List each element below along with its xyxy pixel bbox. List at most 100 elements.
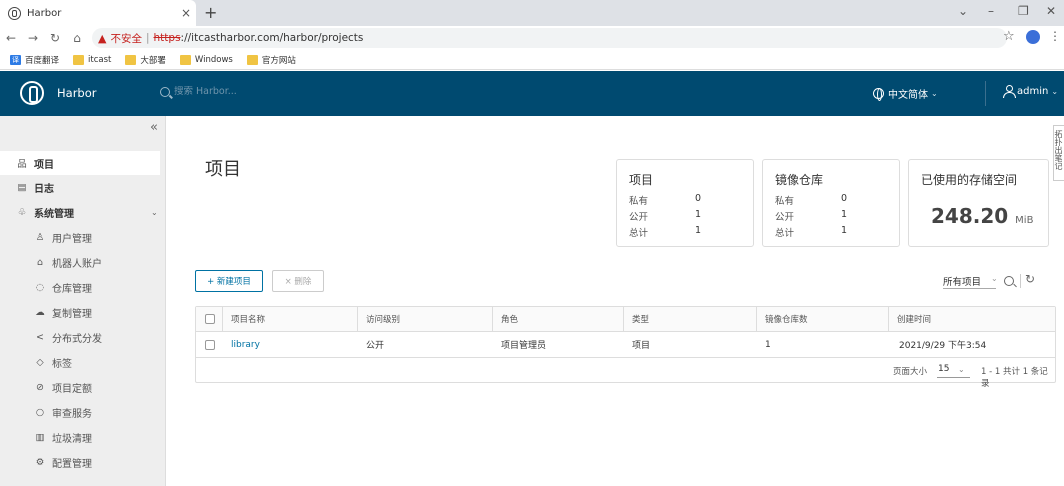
side-floating-tab[interactable]: 拓扑出笔记 (1053, 125, 1064, 181)
storage-summary-card: 已使用的存储空间 248.20 MiB (908, 159, 1049, 247)
column-header-role[interactable]: 角色 (492, 307, 623, 331)
sidebar-item-labels[interactable]: ◇ 标签 (0, 350, 166, 374)
bookmark-official-site[interactable]: 官方网站 (246, 54, 296, 66)
page-title: 项目 (205, 159, 241, 180)
column-header-type[interactable]: 类型 (623, 307, 756, 331)
sidebar-item-configuration[interactable]: ⚙ 配置管理 (0, 450, 166, 474)
sidebar-item-interrogation-services[interactable]: ○ 审查服务 (0, 400, 166, 424)
card-row-public: 公开 1 (629, 209, 702, 223)
back-icon[interactable]: ← (0, 31, 22, 45)
language-switcher[interactable]: 中文简体 ⌄ (873, 86, 938, 101)
home-icon[interactable]: ⌂ (66, 31, 88, 45)
tab-close-icon[interactable]: × (176, 6, 196, 20)
storage-used-value: 248.20 MiB (931, 204, 1034, 228)
address-bar-row: ← → ↻ ⌂ ▲ 不安全 | https ://itcastharbor.co… (0, 26, 1064, 50)
table-header: 项目名称 访问级别 角色 类型 镜像仓库数 创建时间 (196, 307, 1055, 332)
harbor-favicon-icon (8, 6, 21, 20)
folder-icon (125, 54, 137, 65)
reload-icon[interactable]: ↻ (44, 31, 66, 45)
card-row-private: 私有 0 (629, 193, 702, 207)
sidebar-item-project-quotas[interactable]: ⊘ 项目定额 (0, 375, 166, 399)
maximize-icon[interactable]: ❐ (1018, 4, 1029, 18)
bookmark-itcast[interactable]: itcast (73, 54, 111, 65)
chevron-down-icon: ⌄ (991, 274, 998, 283)
column-header-creation-time[interactable]: 创建时间 (888, 307, 1055, 331)
logs-icon: ▤ (17, 181, 27, 193)
sidebar-item-projects[interactable]: 品 项目 (0, 151, 160, 175)
profile-avatar[interactable] (1026, 30, 1040, 44)
column-header-name[interactable]: 项目名称 (222, 307, 357, 331)
search-input[interactable] (174, 86, 294, 97)
brand-name[interactable]: Harbor (57, 86, 97, 100)
sidebar-item-garbage-collection[interactable]: ▥ 垃圾清理 (0, 425, 166, 449)
forward-icon[interactable]: → (22, 31, 44, 45)
header-divider (985, 81, 986, 106)
sidebar-item-administration[interactable]: ♧ 系统管理 ⌄ (0, 200, 166, 224)
bookmark-baidu-translate[interactable]: 译 百度翻译 (10, 54, 59, 66)
card-title: 项目 (629, 173, 654, 187)
new-tab-button[interactable]: + (204, 3, 217, 22)
sidebar-item-robot-accounts[interactable]: ⌂ 机器人账户 (0, 250, 166, 274)
cell-repo-count: 1 (765, 339, 771, 350)
tab-search-chevron-icon[interactable]: ⌄ (958, 4, 968, 18)
cell-access-level: 公开 (366, 341, 385, 351)
chevron-down-icon: ⌄ (1051, 86, 1059, 96)
cell-creation-time: 2021/9/29 下午3:54 (899, 341, 987, 351)
row-checkbox[interactable] (205, 339, 215, 350)
robot-icon: ⌂ (36, 256, 44, 268)
cell-role: 项目管理员 (501, 341, 547, 351)
trash-icon: ▥ (35, 431, 45, 443)
folder-icon (246, 54, 258, 65)
bookmark-star-icon[interactable]: ☆ (1003, 29, 1015, 44)
window-close-icon[interactable]: ✕ (1046, 4, 1056, 18)
shield-icon: ○ (35, 406, 45, 418)
table-footer: 页面大小 15 ⌄ 1 - 1 共计 1 条记录 (196, 358, 1055, 389)
user-icon (1003, 85, 1016, 98)
browser-tab[interactable]: Harbor × (0, 0, 196, 26)
language-label: 中文简体 (888, 90, 928, 101)
sidebar-item-distributions[interactable]: < 分布式分发 (0, 325, 166, 349)
table-row[interactable]: library 公开 项目管理员 项目 1 2021/9/29 下午3:54 (196, 332, 1055, 358)
harbor-logo-icon[interactable] (20, 81, 44, 105)
minimize-icon[interactable]: – (988, 4, 994, 18)
sidebar-item-registries[interactable]: ◌ 仓库管理 (0, 275, 166, 299)
card-row-total: 总计 1 (629, 225, 702, 239)
app-header: Harbor 中文简体 ⌄ admin ⌄ (0, 71, 1064, 116)
browser-menu-icon[interactable]: ⋮ (1049, 29, 1061, 43)
search-icon[interactable] (1004, 276, 1014, 286)
bookmark-deploy[interactable]: 大部署 (125, 54, 166, 66)
distribution-icon: < (36, 331, 44, 343)
tag-icon: ◇ (36, 356, 44, 368)
url-field[interactable]: ▲ 不安全 | https ://itcastharbor.com/harbor… (92, 28, 1007, 48)
project-filter-select[interactable]: 所有项目 (943, 274, 981, 288)
card-row-total: 总计 1 (775, 225, 848, 239)
collapse-sidebar-icon[interactable]: « (150, 120, 158, 135)
card-title: 镜像仓库 (775, 173, 824, 187)
card-title: 已使用的存储空间 (921, 173, 1018, 187)
translate-icon: 译 (10, 54, 21, 65)
user-menu[interactable]: admin ⌄ (1003, 85, 1059, 98)
sidebar-item-users[interactable]: ♙ 用户管理 (0, 225, 166, 249)
insecure-label: 不安全 (110, 32, 142, 45)
sidebar-item-replications[interactable]: ☁ 复制管理 (0, 300, 166, 324)
user-name: admin (1017, 85, 1049, 97)
refresh-icon[interactable]: ↻ (1025, 272, 1035, 286)
projects-icon: 品 (17, 159, 27, 170)
main-content: 项目 项目 私有 0 公开 1 总计 1 镜像仓库 私有 0 公开 1 总计 1 (167, 116, 1064, 486)
select-all-checkbox[interactable] (205, 314, 215, 324)
sidebar-item-logs[interactable]: ▤ 日志 (0, 175, 166, 199)
replication-icon: ☁ (35, 306, 45, 318)
global-search[interactable] (160, 86, 294, 97)
gear-icon: ⚙ (35, 456, 45, 468)
project-name-link[interactable]: library (231, 332, 260, 357)
delete-button[interactable]: × 删除 (272, 270, 324, 292)
bookmark-windows[interactable]: Windows (179, 54, 233, 65)
url-scheme: https (153, 32, 181, 44)
users-icon: ♙ (35, 231, 45, 243)
page-size-select[interactable]: 15 (938, 364, 949, 374)
browser-tab-strip: Harbor × + ⌄ – ❐ ✕ (0, 0, 1064, 26)
new-project-button[interactable]: + 新建项目 (195, 270, 263, 292)
column-header-access-level[interactable]: 访问级别 (357, 307, 492, 331)
tab-title: Harbor (27, 7, 62, 19)
column-header-repo-count[interactable]: 镜像仓库数 (756, 307, 888, 331)
